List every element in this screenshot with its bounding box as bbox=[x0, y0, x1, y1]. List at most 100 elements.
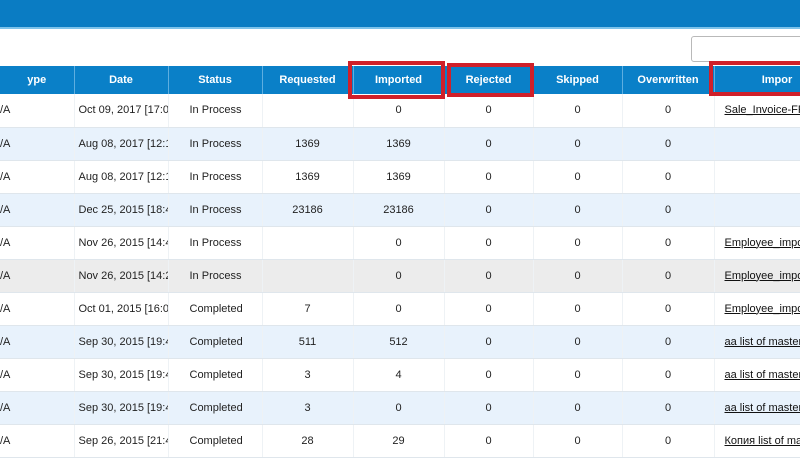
cell-imported: 512 bbox=[353, 325, 445, 359]
col-header-requested[interactable]: Requested bbox=[262, 66, 354, 94]
cell-type: /A bbox=[0, 127, 75, 161]
import-file-link[interactable]: Sale_Invoice-FR bbox=[725, 104, 800, 116]
col-header-imported[interactable]: Imported bbox=[353, 66, 445, 94]
cell-imported: 0 bbox=[353, 391, 445, 425]
col-header-skipped[interactable]: Skipped bbox=[533, 66, 623, 94]
table-row[interactable]: /A Sep 30, 2015 [19:4 Completed 3 0 0 0 0 aa lis… bbox=[0, 391, 800, 425]
cell-date: Nov 26, 2015 [14:4 bbox=[74, 226, 169, 260]
cell-date: Aug 08, 2017 [12:1 bbox=[74, 127, 169, 161]
table-row[interactable]: /A Aug 08, 2017 [12:1 In Process 1369 1369 0 0… bbox=[0, 127, 800, 161]
cell-rejected: 0 bbox=[444, 325, 534, 359]
cell-imported: 1369 bbox=[353, 160, 445, 194]
cell-status: Completed bbox=[168, 292, 263, 326]
cell-requested: 511 bbox=[262, 325, 354, 359]
table-row[interactable]: /A Sep 30, 2015 [19:4 Completed 3 4 0 0 0 aa lis… bbox=[0, 358, 800, 392]
import-file-link[interactable]: Employee_impo bbox=[725, 270, 800, 282]
cell-overwritten: 0 bbox=[622, 127, 715, 161]
table-row[interactable]: /A Dec 25, 2015 [18:4 In Process 23186 23186… bbox=[0, 193, 800, 227]
cell-status: In Process bbox=[168, 94, 263, 128]
cell-skipped: 0 bbox=[533, 259, 623, 293]
cell-imported: 0 bbox=[353, 226, 445, 260]
top-header-bar bbox=[0, 0, 800, 27]
header-divider bbox=[0, 27, 800, 29]
table-row[interactable]: /A Nov 26, 2015 [14:4 In Process 0 0 0 0 Employ… bbox=[0, 226, 800, 260]
cell-overwritten: 0 bbox=[622, 259, 715, 293]
cell-overwritten: 0 bbox=[622, 358, 715, 392]
cell-overwritten: 0 bbox=[622, 226, 715, 260]
cell-requested: 23186 bbox=[262, 193, 354, 227]
cell-import-file: aa list of masterli bbox=[714, 391, 800, 425]
col-header-status[interactable]: Status bbox=[168, 66, 263, 94]
cell-rejected: 0 bbox=[444, 259, 534, 293]
import-history-table: ype Date Status Requested Imported Rejec… bbox=[0, 66, 800, 458]
import-file-text: N bbox=[725, 138, 800, 150]
table-row[interactable]: /A Sep 30, 2015 [19:4 Completed 511 512 0 0 0 aa… bbox=[0, 325, 800, 359]
cell-status: Completed bbox=[168, 391, 263, 425]
cell-overwritten: 0 bbox=[622, 94, 715, 128]
cell-date: Dec 25, 2015 [18:4 bbox=[74, 193, 169, 227]
cell-requested: 3 bbox=[262, 391, 354, 425]
cell-rejected: 0 bbox=[444, 358, 534, 392]
cell-skipped: 0 bbox=[533, 391, 623, 425]
import-file-link[interactable]: aa list of masterli bbox=[725, 369, 800, 381]
cell-type: /A bbox=[0, 94, 75, 128]
cell-date: Oct 09, 2017 [17:08 bbox=[74, 94, 169, 128]
cell-overwritten: 0 bbox=[622, 391, 715, 425]
cell-type: /A bbox=[0, 160, 75, 194]
cell-status: Completed bbox=[168, 325, 263, 359]
cell-import-file: N bbox=[714, 193, 800, 227]
cell-requested bbox=[262, 94, 354, 128]
import-file-link[interactable]: Копия list of mast bbox=[725, 435, 800, 447]
cell-import-file: Копия list of mast bbox=[714, 424, 800, 458]
cell-status: Completed bbox=[168, 358, 263, 392]
cell-import-file: Sale_Invoice-FR bbox=[714, 94, 800, 128]
cell-overwritten: 0 bbox=[622, 424, 715, 458]
cell-imported: 4 bbox=[353, 358, 445, 392]
cell-imported: 29 bbox=[353, 424, 445, 458]
cell-import-file: Employee_impo bbox=[714, 259, 800, 293]
search-input[interactable] bbox=[691, 36, 800, 62]
table-row[interactable]: /A Oct 09, 2017 [17:08 In Process 0 0 0 0 Sale_… bbox=[0, 94, 800, 128]
cell-type: /A bbox=[0, 358, 75, 392]
import-file-link[interactable]: aa list of masterli bbox=[725, 336, 800, 348]
cell-imported: 1369 bbox=[353, 127, 445, 161]
col-header-rejected[interactable]: Rejected bbox=[444, 66, 534, 94]
cell-skipped: 0 bbox=[533, 358, 623, 392]
cell-type: /A bbox=[0, 226, 75, 260]
table-header-row: ype Date Status Requested Imported Rejec… bbox=[0, 66, 800, 94]
cell-import-file: aa list of masterli bbox=[714, 358, 800, 392]
import-file-link[interactable]: aa list of masterli bbox=[725, 402, 800, 414]
cell-status: Completed bbox=[168, 424, 263, 458]
cell-type: /A bbox=[0, 292, 75, 326]
cell-status: In Process bbox=[168, 160, 263, 194]
cell-date: Nov 26, 2015 [14:2 bbox=[74, 259, 169, 293]
table-row[interactable]: /A Nov 26, 2015 [14:2 In Process 0 0 0 0 Employ… bbox=[0, 259, 800, 293]
cell-skipped: 0 bbox=[533, 127, 623, 161]
cell-rejected: 0 bbox=[444, 193, 534, 227]
cell-type: /A bbox=[0, 424, 75, 458]
col-header-import-file[interactable]: Impor bbox=[714, 66, 800, 94]
import-file-link[interactable]: Employee_impo bbox=[725, 303, 800, 315]
cell-date: Sep 26, 2015 [21:4 bbox=[74, 424, 169, 458]
table-row[interactable]: /A Aug 08, 2017 [12:1 In Process 1369 1369 0 0… bbox=[0, 160, 800, 194]
cell-rejected: 0 bbox=[444, 226, 534, 260]
col-header-overwritten[interactable]: Overwritten bbox=[622, 66, 715, 94]
cell-overwritten: 0 bbox=[622, 160, 715, 194]
cell-requested: 1369 bbox=[262, 160, 354, 194]
col-header-date[interactable]: Date bbox=[74, 66, 169, 94]
cell-rejected: 0 bbox=[444, 127, 534, 161]
cell-skipped: 0 bbox=[533, 424, 623, 458]
cell-import-file: aa list of masterli bbox=[714, 325, 800, 359]
table-row[interactable]: /A Oct 01, 2015 [16:07 Completed 7 0 0 0 0 Empl… bbox=[0, 292, 800, 326]
cell-requested bbox=[262, 226, 354, 260]
cell-skipped: 0 bbox=[533, 94, 623, 128]
cell-skipped: 0 bbox=[533, 193, 623, 227]
import-file-text: N bbox=[725, 171, 800, 183]
col-header-type[interactable]: ype bbox=[0, 66, 75, 94]
cell-date: Sep 30, 2015 [19:4 bbox=[74, 391, 169, 425]
table-row[interactable]: /A Sep 26, 2015 [21:4 Completed 28 29 0 0 0 Копи… bbox=[0, 424, 800, 458]
cell-requested: 7 bbox=[262, 292, 354, 326]
cell-rejected: 0 bbox=[444, 391, 534, 425]
import-file-link[interactable]: Employee_impo bbox=[725, 237, 800, 249]
cell-date: Sep 30, 2015 [19:4 bbox=[74, 358, 169, 392]
